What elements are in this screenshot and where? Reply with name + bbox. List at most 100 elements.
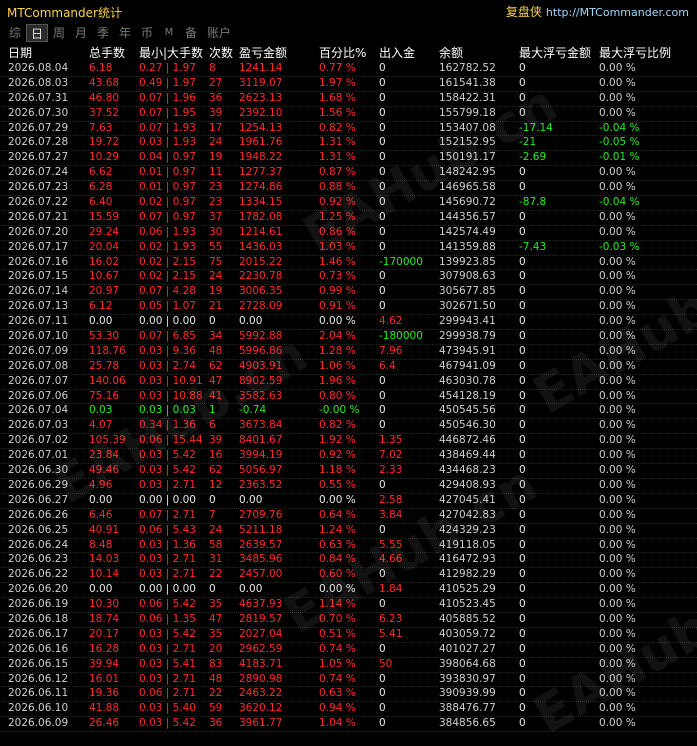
- tab-9[interactable]: 账户: [202, 24, 236, 42]
- table-row[interactable]: 2026.07.02 105.39 0.06 | 15.44 39 8401.67 1.9…: [0, 434, 697, 450]
- cell-pct: 1.05 %: [319, 657, 356, 670]
- header-profit[interactable]: 盈亏金额: [239, 44, 287, 62]
- table-row[interactable]: 2026.08.04 6.18 0.27 | 1.97 8 1241.14 0.77 % 0…: [0, 62, 697, 77]
- tab-7[interactable]: M: [158, 24, 180, 42]
- cell-maxdd: -7.43: [519, 240, 547, 253]
- cell-maxddpct: 0.00 %: [599, 359, 636, 372]
- cell-profit: 1254.13: [239, 121, 283, 134]
- cell-lots: 140.06: [89, 374, 126, 387]
- table-row[interactable]: 2026.06.12 16.01 0.03 | 2.71 48 2890.98 0.74 …: [0, 673, 697, 688]
- table-row[interactable]: 2026.06.27 0.00 0.00 | 0.00 0 0.00 0.00 % 2.58…: [0, 494, 697, 509]
- cell-minmax: 0.06 | 15.44: [139, 434, 203, 447]
- table-row[interactable]: 2026.07.07 140.06 0.03 | 10.91 47 8902.59 1.9…: [0, 375, 697, 390]
- cell-flow: 0: [379, 210, 386, 223]
- brand-url[interactable]: http://MTCommander.com: [546, 6, 689, 19]
- table-row[interactable]: 2026.06.30 49.46 0.03 | 5.42 62 5056.97 1.18 …: [0, 464, 697, 479]
- cell-maxddpct: 0.00 %: [599, 717, 636, 730]
- cell-minmax: 0.07 | 2.71: [139, 508, 196, 521]
- tab-8[interactable]: 备: [180, 24, 202, 42]
- table-row[interactable]: 2026.07.24 6.62 0.01 | 0.97 11 1277.37 0.87 %…: [0, 166, 697, 182]
- cell-flow: 0: [379, 419, 386, 432]
- table-row[interactable]: 2026.06.18 18.74 0.06 | 1.35 47 2819.57 0.70 …: [0, 613, 697, 628]
- cell-profit: 2623.13: [239, 91, 283, 104]
- table-row[interactable]: 2026.06.16 16.28 0.03 | 2.71 20 2962.59 0.74 …: [0, 643, 697, 658]
- table-row[interactable]: 2026.06.22 10.14 0.03 | 2.71 22 2457.00 0.60 …: [0, 568, 697, 584]
- cell-pct: 0.55 %: [319, 478, 356, 491]
- table-row[interactable]: 2026.07.28 19.72 0.03 | 1.93 24 1961.76 1.31 …: [0, 136, 697, 152]
- cell-count: 11: [209, 166, 223, 179]
- table-row[interactable]: 2026.07.08 25.78 0.03 | 2.74 62 4903.91 1.06 …: [0, 360, 697, 375]
- table-row[interactable]: 2026.07.17 20.04 0.02 | 1.93 55 1436.03 1.03 …: [0, 241, 697, 256]
- header-percent[interactable]: 百分比%: [319, 44, 366, 62]
- tab-5[interactable]: 年: [114, 24, 136, 42]
- header-minmax[interactable]: 最小|大手数: [139, 44, 203, 62]
- table-row[interactable]: 2026.07.15 10.67 0.02 | 2.15 24 2230.78 0.73 …: [0, 270, 697, 286]
- cell-date: 2026.07.20: [8, 225, 69, 238]
- table-row[interactable]: 2026.06.17 20.17 0.03 | 5.42 35 2027.04 0.51 …: [0, 628, 697, 643]
- table-row[interactable]: 2026.07.10 53.30 0.07 | 6.85 34 5992.88 2.04 …: [0, 330, 697, 345]
- cell-minmax: 0.03 | 5.42: [139, 449, 196, 462]
- header-date[interactable]: 日期: [8, 44, 32, 62]
- header-count[interactable]: 次数: [209, 44, 233, 62]
- table-row[interactable]: 2026.07.22 6.40 0.02 | 0.97 23 1334.15 0.92 %…: [0, 196, 697, 211]
- cell-pct: 1.04 %: [319, 717, 356, 730]
- table-row[interactable]: 2026.07.06 75.16 0.03 | 10.88 41 3582.63 0.80…: [0, 390, 697, 405]
- cell-balance: 463030.78: [439, 374, 496, 387]
- cell-lots: 105.39: [89, 434, 126, 447]
- cell-count: 23: [209, 196, 223, 209]
- table-row[interactable]: 2026.06.24 8.48 0.03 | 1.36 58 2639.57 0.63 %…: [0, 539, 697, 554]
- table-row[interactable]: 2026.07.13 6.12 0.05 | 1.07 21 2728.09 0.91 %…: [0, 300, 697, 316]
- table-row[interactable]: 2026.07.20 29.24 0.06 | 1.93 30 1214.61 0.86 …: [0, 226, 697, 241]
- header-flow[interactable]: 出入金: [379, 44, 415, 62]
- table-row[interactable]: 2026.06.20 0.00 0.00 | 0.00 0 0.00 0.00 % 1.84…: [0, 583, 697, 599]
- cell-lots: 39.94: [89, 657, 120, 670]
- cell-count: 35: [209, 598, 223, 611]
- tab-0[interactable]: 综: [4, 24, 26, 42]
- table-row[interactable]: 2026.06.23 14.03 0.03 | 2.71 31 3485.96 0.84 …: [0, 553, 697, 569]
- cell-balance: 152152.95: [439, 136, 496, 149]
- table-row[interactable]: 2026.07.31 46.80 0.07 | 1.96 36 2623.13 1.68 …: [0, 92, 697, 107]
- header-max-drawdown[interactable]: 最大浮亏金额: [519, 44, 591, 62]
- table-row[interactable]: 2026.06.11 19.36 0.06 | 2.71 22 2463.22 0.63 …: [0, 687, 697, 703]
- cell-minmax: 0.01 | 0.97: [139, 181, 196, 194]
- header-max-drawdown-pct[interactable]: 最大浮亏比例: [599, 44, 671, 62]
- table-row[interactable]: 2026.08.03 43.68 0.49 | 1.97 27 3119.07 1.97 …: [0, 77, 697, 92]
- cell-pct: 0.63 %: [319, 538, 356, 551]
- table-row[interactable]: 2026.07.23 6.28 0.01 | 0.97 23 1274.86 0.88 %…: [0, 181, 697, 197]
- table-row[interactable]: 2026.06.19 10.30 0.06 | 5.42 35 4637.93 1.14 …: [0, 598, 697, 613]
- table-row[interactable]: 2026.06.15 39.94 0.03 | 5.41 83 4183.71 1.05 …: [0, 658, 697, 673]
- tab-4[interactable]: 季: [92, 24, 114, 42]
- tab-3[interactable]: 月: [70, 24, 92, 42]
- table-row[interactable]: 2026.07.03 4.07 0.34 | 1.36 6 3673.84 0.82 % 0…: [0, 419, 697, 435]
- tab-6[interactable]: 币: [136, 24, 158, 42]
- table-row[interactable]: 2026.07.21 15.59 0.07 | 0.97 37 1782.08 1.25 …: [0, 211, 697, 226]
- table-row[interactable]: 2026.06.29 4.96 0.03 | 2.71 12 2363.52 0.55 %…: [0, 479, 697, 494]
- table-row[interactable]: 2026.07.27 10.29 0.04 | 0.97 19 1948.22 1.31 …: [0, 151, 697, 167]
- cell-pct: 0.51 %: [319, 627, 356, 640]
- tab-1[interactable]: 日: [26, 24, 48, 42]
- table-row[interactable]: 2026.07.29 7.63 0.07 | 1.93 17 1254.13 0.82 %…: [0, 122, 697, 137]
- cell-balance: 384856.65: [439, 717, 496, 730]
- cell-date: 2026.07.30: [8, 106, 69, 119]
- tab-2[interactable]: 周: [48, 24, 70, 42]
- cell-lots: 16.01: [89, 672, 120, 685]
- cell-maxddpct: 0.00 %: [599, 449, 636, 462]
- table-row[interactable]: 2026.07.16 16.02 0.02 | 2.15 75 2015.22 1.46 …: [0, 256, 697, 271]
- brand[interactable]: 复盘侠 http://MTCommander.com: [506, 3, 689, 20]
- table-row[interactable]: 2026.07.14 20.97 0.07 | 4.28 19 3006.35 0.99 …: [0, 285, 697, 301]
- header-balance[interactable]: 余额: [439, 44, 463, 62]
- table-row[interactable]: 2026.06.10 41.88 0.03 | 5.40 59 3620.12 0.94 …: [0, 702, 697, 718]
- table-row[interactable]: 2026.06.26 6.46 0.07 | 2.71 7 2709.76 0.64 % 3…: [0, 509, 697, 524]
- table-row[interactable]: 2026.07.04 0.03 0.03 | 0.03 1 -0.74 -0.00 % 0 4…: [0, 404, 697, 420]
- cell-date: 2026.06.16: [8, 642, 69, 655]
- cell-profit: -0.74: [239, 404, 267, 417]
- table-row[interactable]: 2026.06.09 26.46 0.03 | 5.42 36 3961.77 1.04 …: [0, 717, 697, 733]
- cell-profit: 3620.12: [239, 702, 283, 715]
- table-row[interactable]: 2026.06.25 40.91 0.06 | 5.43 24 5211.18 1.24 …: [0, 524, 697, 539]
- table-row[interactable]: 2026.07.09 118.76 0.03 | 9.36 48 5996.86 1.28…: [0, 345, 697, 360]
- table-row[interactable]: 2026.07.30 37.52 0.07 | 1.95 39 2392.10 1.56 …: [0, 107, 697, 122]
- cell-date: 2026.06.11: [8, 687, 69, 700]
- header-lots[interactable]: 总手数: [89, 44, 125, 62]
- table-row[interactable]: 2026.07.01 23.84 0.03 | 5.42 16 3994.19 0.92 …: [0, 449, 697, 465]
- table-row[interactable]: 2026.07.11 0.00 0.00 | 0.00 0 0.00 0.00 % 4.62…: [0, 315, 697, 331]
